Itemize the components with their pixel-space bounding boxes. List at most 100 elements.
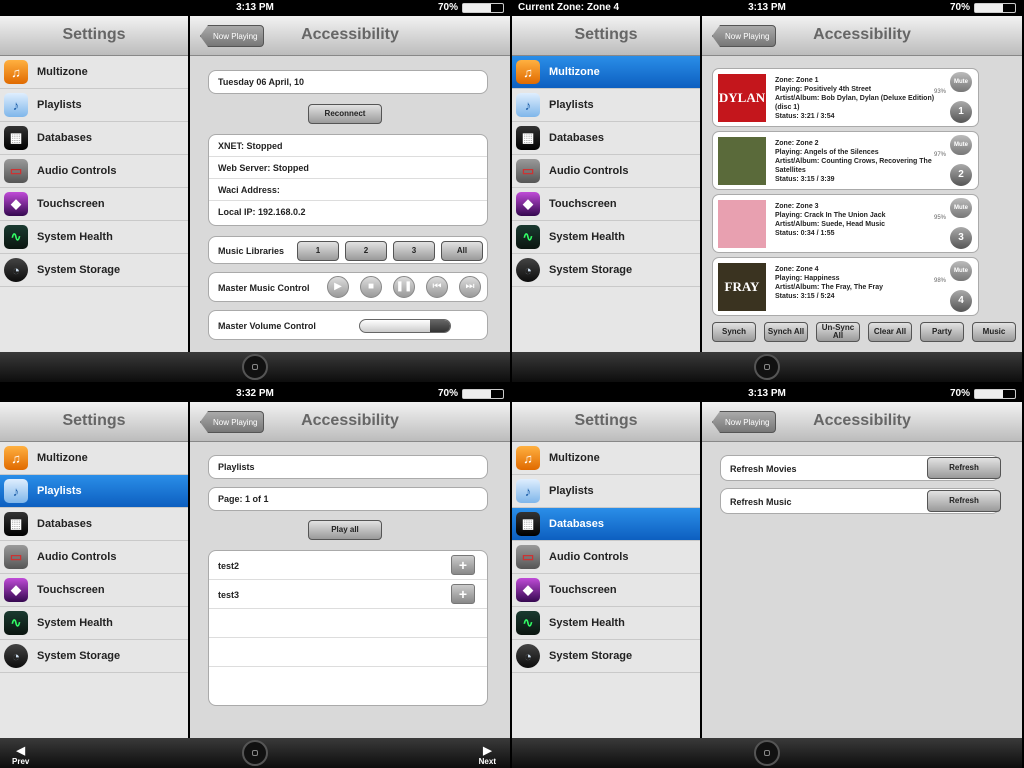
add-icon[interactable]: + xyxy=(451,584,475,604)
prev-button[interactable]: ◀ Prev xyxy=(12,744,29,766)
library-button-all[interactable]: All xyxy=(441,241,483,261)
sidebar-item-playlists[interactable]: ♪ Playlists xyxy=(512,89,700,122)
stop-icon[interactable]: ■ xyxy=(360,276,382,298)
prev-arrow-icon: ◀ xyxy=(16,745,25,757)
now-playing-back-button[interactable]: Now Playing xyxy=(712,411,777,433)
touchscreen-icon: ◆ xyxy=(516,578,540,602)
list-item[interactable]: test3 + xyxy=(209,580,487,609)
zone-status: Status: 0:34 / 1:55 xyxy=(775,230,835,237)
sidebar-item-label: Touchscreen xyxy=(37,198,105,210)
sidebar-item-label: Playlists xyxy=(549,485,594,497)
now-playing-back-button[interactable]: Now Playing xyxy=(712,25,777,47)
zone-status: Status: 3:21 / 3:54 xyxy=(775,113,835,120)
battery-percent: 70% xyxy=(437,2,458,13)
zone-card[interactable]: Zone: Zone 2 Playing: Angels of the Silen… xyxy=(712,131,979,190)
now-playing-back-button[interactable]: Now Playing xyxy=(200,25,265,47)
zone-card[interactable]: FRAY Zone: Zone 4 Playing: Happiness Artist… xyxy=(712,257,979,316)
storage-icon: ◔ xyxy=(4,644,28,668)
sidebar-item-system-health[interactable]: ∿ System Health xyxy=(0,221,188,254)
mute-button[interactable]: Mute xyxy=(950,135,972,155)
sidebar-item-label: Databases xyxy=(37,518,93,530)
prev-label: Prev xyxy=(12,757,30,766)
music-note-icon: ♫ xyxy=(516,60,540,84)
mute-button[interactable]: Mute xyxy=(950,72,972,92)
sidebar-item-audio-controls[interactable]: ▭ Audio Controls xyxy=(512,541,700,574)
playlist-list: test2 + test3 + xyxy=(208,550,488,706)
sidebar-item-system-health[interactable]: ∿ System Health xyxy=(0,607,188,640)
main-header: Accessibility Now Playing xyxy=(702,402,1022,442)
pause-icon[interactable]: ❚❚ xyxy=(393,276,415,298)
library-button-1[interactable]: 1 xyxy=(297,241,339,261)
home-button-icon[interactable] xyxy=(754,354,780,380)
next-label: Next xyxy=(478,757,496,766)
clock: 3:13 PM xyxy=(748,2,786,13)
rewind-icon[interactable]: ⏮ xyxy=(426,276,448,298)
playlist-icon: ♪ xyxy=(516,479,540,503)
library-button-2[interactable]: 2 xyxy=(345,241,387,261)
sidebar-item-system-storage[interactable]: ◔ System Storage xyxy=(512,640,700,673)
mute-button[interactable]: Mute xyxy=(950,261,972,281)
library-button-3[interactable]: 3 xyxy=(393,241,435,261)
sidebar-item-databases[interactable]: ▦ Databases xyxy=(0,122,188,155)
settings-title: Settings xyxy=(62,412,126,429)
next-button[interactable]: ▶ Next xyxy=(479,744,496,766)
sidebar-item-label: Playlists xyxy=(37,99,82,111)
empty-row xyxy=(209,609,487,638)
sidebar-item-audio-controls[interactable]: ▭ Audio Controls xyxy=(0,155,188,188)
play-icon[interactable]: ▶ xyxy=(327,276,349,298)
sidebar-item-system-storage[interactable]: ◔ System Storage xyxy=(512,254,700,287)
album-art xyxy=(718,200,766,248)
volume-slider-thumb[interactable] xyxy=(430,320,450,332)
zone-number-badge[interactable]: 2 xyxy=(950,164,972,186)
zone-number-badge[interactable]: 3 xyxy=(950,227,972,249)
home-button-icon[interactable] xyxy=(242,740,268,766)
sidebar-item-multizone[interactable]: ♫ Multizone xyxy=(0,442,188,475)
sidebar-item-multizone[interactable]: ♫ Multizone xyxy=(512,442,700,475)
zone-number-badge[interactable]: 1 xyxy=(950,101,972,123)
add-icon[interactable]: + xyxy=(451,555,475,575)
sidebar-item-playlists[interactable]: ♪ Playlists xyxy=(0,89,188,122)
sidebar-item-system-health[interactable]: ∿ System Health xyxy=(512,221,700,254)
sidebar-item-system-storage[interactable]: ◔ System Storage xyxy=(0,640,188,673)
refresh-music-button[interactable]: Refresh xyxy=(927,490,1001,512)
zone-party-button[interactable]: Party xyxy=(920,322,964,342)
bottom-bar xyxy=(0,352,510,382)
sidebar-item-system-health[interactable]: ∿ System Health xyxy=(512,607,700,640)
sidebar: Settings ♫ Multizone ♪ Playlists ▦ Databases ▭… xyxy=(512,16,700,352)
zone-un-sync-all-button[interactable]: Un-Sync All xyxy=(816,322,860,342)
play-all-button[interactable]: Play all xyxy=(308,520,382,540)
home-button-icon[interactable] xyxy=(242,354,268,380)
fast-forward-icon[interactable]: ⏭ xyxy=(459,276,481,298)
sidebar-item-databases[interactable]: ▦ Databases xyxy=(0,508,188,541)
zone-synch-all-button[interactable]: Synch All xyxy=(764,322,808,342)
sidebar-item-touchscreen[interactable]: ◆ Touchscreen xyxy=(512,574,700,607)
zone-card[interactable]: Zone: Zone 3 Playing: Crack In The Union … xyxy=(712,194,979,253)
zone-card[interactable]: DYLAN Zone: Zone 1 Playing: Positively 4th… xyxy=(712,68,979,127)
zone-music-button[interactable]: Music xyxy=(972,322,1016,342)
sidebar-item-playlists[interactable]: ♪ Playlists xyxy=(0,475,188,508)
sidebar-item-audio-controls[interactable]: ▭ Audio Controls xyxy=(512,155,700,188)
volume-slider[interactable] xyxy=(359,319,451,333)
zone-clear-all-button[interactable]: Clear All xyxy=(868,322,912,342)
home-button-icon[interactable] xyxy=(754,740,780,766)
sidebar-item-playlists[interactable]: ♪ Playlists xyxy=(512,475,700,508)
sidebar-item-system-storage[interactable]: ◔ System Storage xyxy=(0,254,188,287)
zone-number-badge[interactable]: 4 xyxy=(950,290,972,312)
zone-synch-button[interactable]: Synch xyxy=(712,322,756,342)
mute-button[interactable]: Mute xyxy=(950,198,972,218)
sidebar-item-databases[interactable]: ▦ Databases xyxy=(512,122,700,155)
sidebar-item-audio-controls[interactable]: ▭ Audio Controls xyxy=(0,541,188,574)
music-note-icon: ♫ xyxy=(4,446,28,470)
sidebar-item-touchscreen[interactable]: ◆ Touchscreen xyxy=(0,574,188,607)
sidebar-item-label: Multizone xyxy=(37,66,88,78)
sidebar-item-touchscreen[interactable]: ◆ Touchscreen xyxy=(512,188,700,221)
refresh-movies-button[interactable]: Refresh xyxy=(927,457,1001,479)
sidebar-item-multizone[interactable]: ♫ Multizone xyxy=(0,56,188,89)
list-item[interactable]: test2 + xyxy=(209,551,487,580)
now-playing-back-button[interactable]: Now Playing xyxy=(200,411,265,433)
sidebar-item-multizone[interactable]: ♫ Multizone xyxy=(512,56,700,89)
reconnect-button[interactable]: Reconnect xyxy=(308,104,382,124)
sidebar-item-touchscreen[interactable]: ◆ Touchscreen xyxy=(0,188,188,221)
sidebar-item-label: Audio Controls xyxy=(549,551,629,563)
sidebar-item-databases[interactable]: ▦ Databases xyxy=(512,508,700,541)
